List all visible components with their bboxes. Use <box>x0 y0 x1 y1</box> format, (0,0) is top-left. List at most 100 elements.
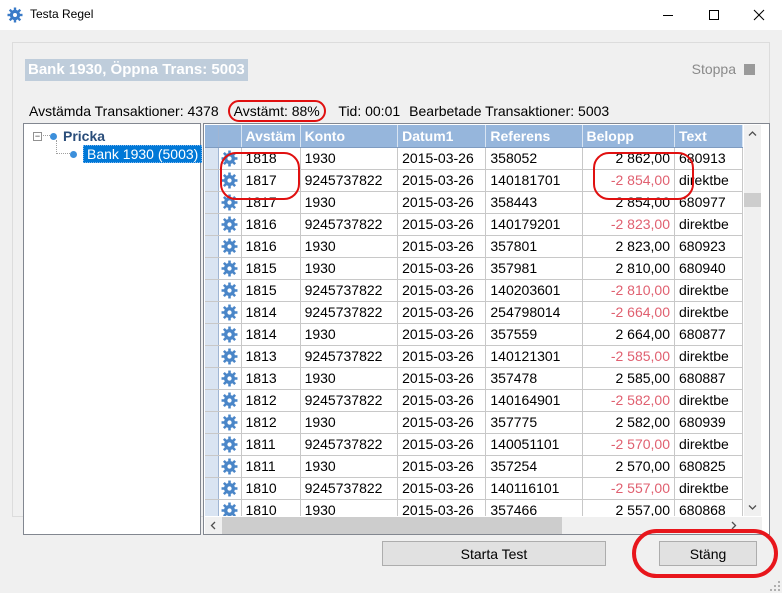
table-row[interactable]: 1812 1930 2015-03-26 357775 2 582,00 680939 <box>205 411 743 434</box>
cell-referens[interactable]: 357254 <box>485 455 583 478</box>
cell-konto[interactable]: 9245737822 <box>300 169 399 192</box>
cell-belopp[interactable]: -2 570,00 <box>582 433 676 456</box>
gear-icon[interactable] <box>221 260 238 277</box>
cell-datum[interactable]: 2015-03-26 <box>397 279 487 302</box>
scroll-up-icon[interactable] <box>744 125 761 142</box>
cell-referens[interactable]: 254798014 <box>485 301 583 324</box>
cell-belopp[interactable]: 2 585,00 <box>582 367 676 390</box>
column-header-konto[interactable]: Konto <box>300 125 399 148</box>
row-gear-cell[interactable] <box>218 257 242 280</box>
gear-icon[interactable] <box>221 502 238 517</box>
cell-datum[interactable]: 2015-03-26 <box>397 411 487 434</box>
cell-datum[interactable]: 2015-03-26 <box>397 235 487 258</box>
table-row[interactable]: 1816 9245737822 2015-03-26 140179201 -2 823,… <box>205 213 743 236</box>
row-header[interactable] <box>205 279 220 302</box>
cell-datum[interactable]: 2015-03-26 <box>397 477 487 500</box>
cell-konto[interactable]: 1930 <box>300 323 399 346</box>
cell-text[interactable]: direktbe <box>674 389 743 412</box>
gear-icon[interactable] <box>221 414 238 431</box>
cell-datum[interactable]: 2015-03-26 <box>397 499 487 516</box>
gear-icon[interactable] <box>221 392 238 409</box>
row-header[interactable] <box>205 191 220 214</box>
cell-datum[interactable]: 2015-03-26 <box>397 323 487 346</box>
table-row[interactable]: 1815 1930 2015-03-26 357981 2 810,00 680940 <box>205 257 743 280</box>
cell-konto[interactable]: 9245737822 <box>300 389 399 412</box>
gear-icon[interactable] <box>221 304 238 321</box>
cell-belopp[interactable]: -2 664,00 <box>582 301 676 324</box>
cell-belopp[interactable]: 2 557,00 <box>582 499 676 516</box>
cell-avstam[interactable]: 1813 <box>241 345 301 368</box>
cell-referens[interactable]: 357466 <box>485 499 583 516</box>
gear-icon[interactable] <box>221 370 238 387</box>
table-row[interactable]: 1812 9245737822 2015-03-26 140164901 -2 582,… <box>205 389 743 412</box>
cell-referens[interactable]: 358443 <box>485 191 583 214</box>
tree-node-bank[interactable]: Bank 1930 (5003) <box>70 145 203 163</box>
cell-text[interactable]: 680887 <box>674 367 743 390</box>
cell-avstam[interactable]: 1814 <box>241 301 301 324</box>
row-gear-cell[interactable] <box>218 455 242 478</box>
row-gear-cell[interactable] <box>218 279 242 302</box>
cell-avstam[interactable]: 1816 <box>241 213 301 236</box>
vertical-scroll-thumb[interactable] <box>744 193 761 207</box>
cell-datum[interactable]: 2015-03-26 <box>397 169 487 192</box>
cell-avstam[interactable]: 1816 <box>241 235 301 258</box>
cell-belopp[interactable]: 2 570,00 <box>582 455 676 478</box>
cell-referens[interactable]: 140203601 <box>485 279 583 302</box>
table-row[interactable]: 1815 9245737822 2015-03-26 140203601 -2 810,… <box>205 279 743 302</box>
cell-text[interactable]: direktbe <box>674 477 743 500</box>
cell-belopp[interactable]: 2 664,00 <box>582 323 676 346</box>
table-row[interactable]: 1816 1930 2015-03-26 357801 2 823,00 680923 <box>205 235 743 258</box>
cell-belopp[interactable]: -2 582,00 <box>582 389 676 412</box>
resize-grip-icon[interactable] <box>770 581 780 591</box>
column-header-text[interactable]: Text <box>674 125 743 148</box>
gear-icon[interactable] <box>221 216 238 233</box>
column-header-datum[interactable]: Datum1 <box>397 125 487 148</box>
cell-text[interactable]: direktbe <box>674 345 743 368</box>
cell-referens[interactable]: 140181701 <box>485 169 583 192</box>
column-header-avstam[interactable]: Avstäm <box>241 125 301 148</box>
collapse-icon[interactable]: − <box>33 131 42 141</box>
row-header[interactable] <box>205 301 220 324</box>
cell-text[interactable]: 680923 <box>674 235 743 258</box>
row-header[interactable] <box>205 257 220 280</box>
cell-avstam[interactable]: 1812 <box>241 389 301 412</box>
table-row[interactable]: 1814 1930 2015-03-26 357559 2 664,00 680877 <box>205 323 743 346</box>
row-gear-cell[interactable] <box>218 235 242 258</box>
row-gear-cell[interactable] <box>218 433 242 456</box>
row-header[interactable] <box>205 367 220 390</box>
table-row[interactable]: 1810 1930 2015-03-26 357466 2 557,00 680868 <box>205 499 743 516</box>
table-row[interactable]: 1811 9245737822 2015-03-26 140051101 -2 570,… <box>205 433 743 456</box>
row-gear-cell[interactable] <box>218 367 242 390</box>
cell-referens[interactable]: 357801 <box>485 235 583 258</box>
cell-datum[interactable]: 2015-03-26 <box>397 455 487 478</box>
row-header[interactable] <box>205 477 220 500</box>
row-gear-cell[interactable] <box>218 477 242 500</box>
cell-referens[interactable]: 140121301 <box>485 345 583 368</box>
vertical-scrollbar[interactable] <box>744 125 761 516</box>
cell-konto[interactable]: 1930 <box>300 499 399 516</box>
stop-control[interactable]: Stoppa <box>692 61 755 77</box>
cell-referens[interactable]: 140164901 <box>485 389 583 412</box>
cell-belopp[interactable]: -2 823,00 <box>582 213 676 236</box>
cell-avstam[interactable]: 1810 <box>241 477 301 500</box>
cell-belopp[interactable]: 2 810,00 <box>582 257 676 280</box>
cell-datum[interactable]: 2015-03-26 <box>397 345 487 368</box>
cell-konto[interactable]: 9245737822 <box>300 345 399 368</box>
horizontal-scroll-thumb[interactable] <box>222 517 562 534</box>
cell-avstam[interactable]: 1811 <box>241 433 301 456</box>
row-header[interactable] <box>205 169 220 192</box>
cell-konto[interactable]: 9245737822 <box>300 213 399 236</box>
cell-konto[interactable]: 9245737822 <box>300 477 399 500</box>
row-gear-cell[interactable] <box>218 411 242 434</box>
cell-text[interactable]: 680939 <box>674 411 743 434</box>
cell-referens[interactable]: 357981 <box>485 257 583 280</box>
cell-datum[interactable]: 2015-03-26 <box>397 257 487 280</box>
cell-referens[interactable]: 358052 <box>485 147 583 170</box>
table-row[interactable]: 1810 9245737822 2015-03-26 140116101 -2 557,… <box>205 477 743 500</box>
row-header[interactable] <box>205 345 220 368</box>
table-row[interactable]: 1811 1930 2015-03-26 357254 2 570,00 680825 <box>205 455 743 478</box>
cell-datum[interactable]: 2015-03-26 <box>397 301 487 324</box>
cell-konto[interactable]: 1930 <box>300 191 399 214</box>
rule-tree[interactable]: − Pricka Bank 1930 (5003) <box>23 123 203 535</box>
cell-belopp[interactable]: -2 810,00 <box>582 279 676 302</box>
